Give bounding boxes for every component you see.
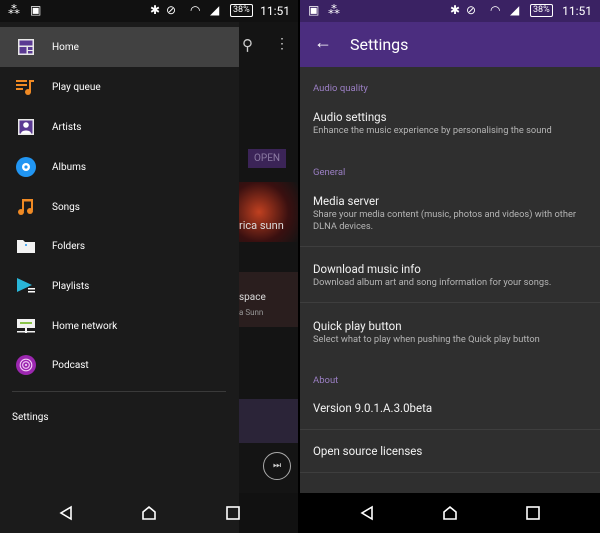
item-title: Download music info [313, 262, 421, 276]
play-queue-icon [16, 77, 36, 97]
clock: 11:51 [260, 4, 290, 18]
drawer-item-label: Folders [52, 240, 86, 252]
version-item: Version 9.0.1.A.3.0beta [313, 401, 433, 415]
left-screen: ⁂ ▣ ✱ ⊘ ◠ ◢ 38% 11:51 ⚲ ⋮ OPEN rica sunn… [0, 0, 298, 533]
drawer-item-label: Home network [52, 320, 118, 332]
divider [12, 391, 226, 392]
item-title: Audio settings [313, 110, 387, 124]
drawer-item-label: Podcast [52, 359, 89, 371]
album-art [239, 182, 298, 242]
recents-icon[interactable] [225, 505, 241, 521]
section-about: About [313, 375, 339, 386]
drawer-item-albums[interactable]: Albums [0, 147, 239, 187]
drawer-item-home-network[interactable]: Home network [0, 306, 239, 346]
drawer-item-label: Albums [52, 161, 87, 173]
podcast-icon [16, 355, 36, 375]
item-subtitle: Select what to play when pushing the Qui… [313, 334, 540, 345]
app-bar: ← Settings [300, 22, 600, 67]
download-music-info-item[interactable]: Download music info Download album art a… [300, 256, 600, 302]
drawer-item-podcast[interactable]: Podcast [0, 345, 239, 385]
item-subtitle: Download album art and song information … [313, 277, 552, 288]
song-title: space [239, 292, 266, 303]
item-subtitle: Share your media content (music, photos … [313, 209, 577, 232]
signal-icon: ◢ [510, 3, 520, 17]
notification-icon: ⁂ [328, 3, 340, 17]
divider [300, 429, 600, 430]
background-music-app: ⚲ ⋮ OPEN rica sunn space a Sunn ⏭ [239, 22, 298, 493]
item-title: Quick play button [313, 319, 402, 333]
battery-indicator: 38% [230, 4, 253, 17]
music-note-icon [16, 197, 36, 217]
image-icon: ▣ [30, 3, 42, 17]
drawer-item-label: Play queue [52, 81, 101, 93]
drawer-item-label: Songs [52, 201, 80, 213]
signal-icon: ◢ [210, 3, 220, 17]
section-general: General [313, 167, 346, 178]
clock: 11:51 [562, 4, 592, 18]
notification-icon: ⁂ [8, 3, 20, 17]
home-network-icon [16, 316, 36, 336]
back-icon[interactable] [58, 505, 74, 521]
divider [300, 472, 600, 473]
status-bar: ▣ ⁂ ✱ ⊘ ◠ ◢ 38% 11:51 [300, 0, 600, 22]
divider [300, 246, 600, 247]
more-options-icon[interactable]: ⋮ [275, 36, 289, 52]
open-button[interactable]: OPEN [248, 149, 287, 168]
back-arrow-icon[interactable]: ← [314, 32, 332, 53]
drawer-item-home[interactable]: Home [0, 27, 239, 67]
next-track-icon[interactable]: ⏭ [263, 452, 291, 480]
bluetooth-icon: ✱ [450, 3, 461, 17]
divider [300, 302, 600, 303]
navigation-bar [0, 493, 241, 533]
wifi-icon: ◠ [190, 3, 201, 17]
image-icon: ▣ [308, 3, 320, 17]
settings-screen: ▣ ⁂ ✱ ⊘ ◠ ◢ 38% 11:51 ← Settings Audio q… [300, 0, 600, 533]
now-playing-row[interactable]: space a Sunn [239, 272, 298, 327]
drawer-item-songs[interactable]: Songs [0, 187, 239, 227]
audio-settings-item[interactable]: Audio settings Enhance the music experie… [300, 104, 600, 144]
bluetooth-icon: ✱ [150, 3, 161, 17]
song-artist: a Sunn [239, 308, 264, 317]
folder-icon [16, 236, 36, 256]
drawer-item-label: Playlists [52, 280, 90, 292]
recents-icon[interactable] [525, 505, 541, 521]
player-art [239, 399, 298, 443]
battery-indicator: 38% [530, 4, 553, 17]
artist-icon [16, 117, 36, 137]
open-source-licenses-item[interactable]: Open source licenses [313, 444, 422, 458]
album-disc-icon [16, 157, 36, 177]
playlist-icon [16, 276, 36, 296]
wifi-icon: ◠ [490, 3, 501, 17]
back-icon[interactable] [359, 505, 375, 521]
home-icon[interactable] [442, 505, 458, 521]
drawer-item-artists[interactable]: Artists [0, 107, 239, 147]
navigation-bar [300, 493, 600, 533]
item-subtitle: Enhance the music experience by personal… [313, 125, 552, 136]
drawer-item-play-queue[interactable]: Play queue [0, 67, 239, 107]
media-server-item[interactable]: Media server Share your media content (m… [300, 188, 600, 246]
quick-play-button-item[interactable]: Quick play button Select what to play wh… [300, 313, 600, 359]
do-not-disturb-icon: ⊘ [166, 3, 177, 17]
drawer-item-folders[interactable]: Folders [0, 226, 239, 266]
drawer-item-label: Home [52, 41, 79, 53]
home-icon[interactable] [141, 505, 157, 521]
status-bar: ⁂ ▣ ✱ ⊘ ◠ ◢ 38% 11:51 [0, 0, 298, 22]
page-title: Settings [350, 35, 409, 54]
do-not-disturb-icon: ⊘ [466, 3, 477, 17]
artist-text: rica sunn [239, 219, 284, 232]
section-audio-quality: Audio quality [313, 83, 368, 94]
item-title: Media server [313, 194, 380, 208]
search-icon[interactable]: ⚲ [242, 36, 253, 54]
drawer-item-playlists[interactable]: Playlists [0, 266, 239, 306]
drawer-item-label: Artists [52, 121, 82, 133]
home-grid-icon [16, 37, 36, 57]
drawer-settings[interactable]: Settings [12, 412, 49, 423]
